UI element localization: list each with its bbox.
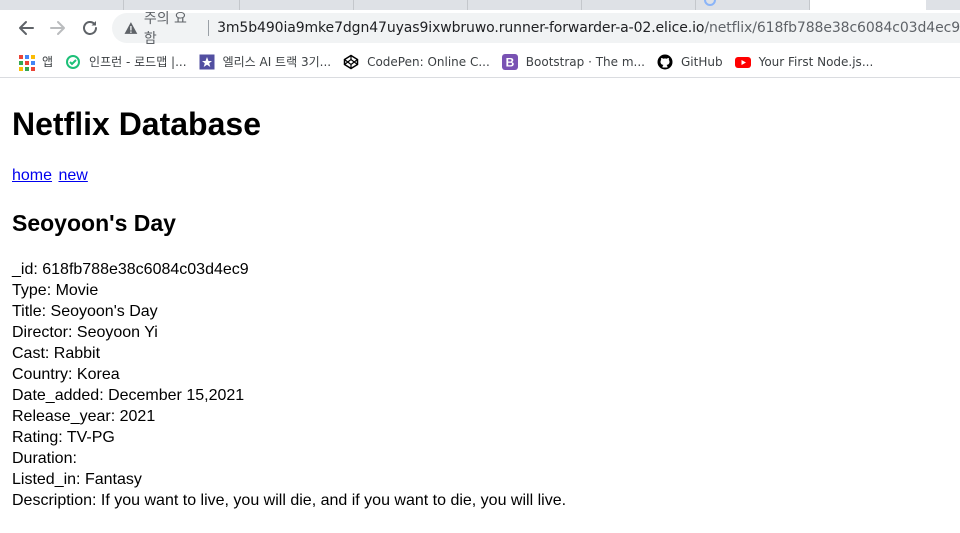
bookmark-codepen[interactable]: CodePen: Online C...: [343, 50, 490, 74]
address-separator: [208, 20, 210, 36]
url-text[interactable]: 3m5b490ia9mke7dgn47uyas9ixwbruwo.runner-…: [217, 20, 960, 36]
security-status-label[interactable]: 주의 요함: [144, 8, 199, 48]
arrow-left-icon: [19, 21, 34, 35]
detail-date-added: Date_added: December 15,2021: [12, 387, 245, 404]
arrow-right-icon: [50, 21, 65, 35]
youtube-icon: [734, 56, 751, 68]
url-path: /netflix/618fb788e38c6084c03d4ec9: [704, 20, 960, 36]
elice-icon: [199, 54, 215, 69]
detail-type: Type: Movie: [12, 282, 99, 299]
url-host: 3m5b490ia9mke7dgn47uyas9ixwbruwo.runner-…: [217, 20, 705, 36]
bootstrap-icon: B: [501, 53, 518, 70]
bookmark-label: Bootstrap · The m...: [525, 54, 645, 69]
browser-tab[interactable]: [240, 0, 354, 10]
detail-country: Country: Korea: [12, 366, 120, 383]
detail-rating: Rating: TV-PG: [12, 429, 115, 446]
detail-duration: Duration:: [12, 450, 77, 467]
apps-grid-icon: [18, 54, 35, 71]
home-link[interactable]: home: [12, 167, 52, 184]
bookmark-apps[interactable]: 앱: [18, 50, 53, 74]
page-nav: home new: [12, 167, 952, 185]
browser-tab[interactable]: [354, 0, 468, 10]
github-icon: [657, 54, 673, 69]
detail-description: Description: If you want to live, you wi…: [12, 492, 567, 509]
codepen-icon: [343, 54, 359, 69]
address-bar[interactable]: 주의 요함 3m5b490ia9mke7dgn47uyas9ixwbruwo.r…: [112, 11, 960, 47]
inflearn-icon: [66, 54, 81, 69]
bookmark-label: 엘리스 AI 트랙 3기...: [222, 55, 332, 69]
detail-director: Director: Seoyoon Yi: [12, 324, 158, 341]
forward-button[interactable]: [44, 14, 72, 42]
bookmark-label: 인프런 - 로드맵 |...: [89, 55, 187, 69]
bookmark-bootstrap[interactable]: B Bootstrap · The m...: [501, 50, 645, 74]
warning-icon[interactable]: [124, 21, 138, 35]
page-content: Netflix Database home new Seoyoon's Day …: [12, 79, 952, 511]
detail-id: _id: 618fb788e38c6084c03d4ec9: [12, 261, 249, 278]
movie-details: _id: 618fb788e38c6084c03d4ec9 Type: Movi…: [12, 259, 952, 511]
bookmark-label: Your First Node.js...: [758, 54, 874, 69]
new-link[interactable]: new: [58, 167, 87, 184]
detail-title: Title: Seoyoon's Day: [12, 303, 158, 320]
browser-tab[interactable]: [468, 0, 582, 10]
browser-tab[interactable]: [696, 0, 810, 10]
bookmarks-bar: 앱 인프런 - 로드맵 |... 엘리스 AI 트랙 3기... CodePen…: [0, 46, 960, 78]
reload-icon: [83, 21, 97, 35]
svg-text:B: B: [505, 55, 514, 69]
bookmark-youtube[interactable]: Your First Node.js...: [734, 50, 874, 74]
back-button[interactable]: [12, 14, 40, 42]
bookmark-label: 앱: [42, 55, 54, 69]
detail-listed-in: Listed_in: Fantasy: [12, 471, 142, 488]
movie-title-heading: Seoyoon's Day: [12, 210, 176, 236]
bookmark-elice[interactable]: 엘리스 AI 트랙 3기...: [199, 50, 332, 74]
bookmark-github[interactable]: GitHub: [657, 50, 723, 74]
active-browser-tab[interactable]: [810, 0, 926, 10]
reload-button[interactable]: [76, 14, 104, 42]
detail-release-year: Release_year: 2021: [12, 408, 156, 425]
bookmark-label: CodePen: Online C...: [367, 54, 490, 69]
detail-cast: Cast: Rabbit: [12, 345, 101, 362]
bookmark-inflearn[interactable]: 인프런 - 로드맵 |...: [65, 50, 187, 74]
browser-toolbar: 주의 요함 3m5b490ia9mke7dgn47uyas9ixwbruwo.r…: [0, 10, 960, 47]
tab-favicon-icon: [704, 0, 716, 6]
browser-tab[interactable]: [582, 0, 696, 10]
page-title: Netflix Database: [12, 106, 261, 142]
browser-tab[interactable]: [0, 0, 124, 10]
bookmark-label: GitHub: [681, 54, 723, 69]
